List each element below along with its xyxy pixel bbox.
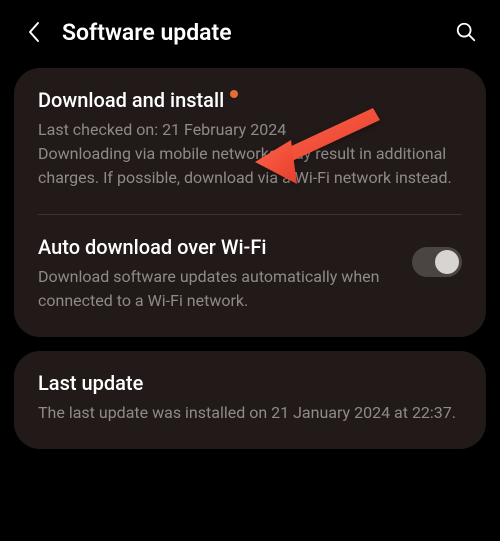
back-button[interactable] — [20, 18, 48, 46]
download-warning-text: Downloading via mobile networks may resu… — [38, 142, 462, 190]
page-title: Software update — [62, 19, 452, 46]
toggle-knob — [435, 250, 459, 274]
download-install-section[interactable]: Download and install Last checked on: 21… — [14, 68, 486, 214]
settings-card-last-update: Last update The last update was installe… — [14, 351, 486, 449]
settings-card-main: Download and install Last checked on: 21… — [14, 68, 486, 337]
download-install-title: Download and install — [38, 88, 224, 112]
last-checked-text: Last checked on: 21 February 2024 — [38, 118, 462, 142]
auto-download-title: Auto download over Wi-Fi — [38, 235, 266, 259]
search-button[interactable] — [452, 18, 480, 46]
auto-download-desc: Download software updates automatically … — [38, 265, 396, 313]
header-bar: Software update — [0, 0, 500, 68]
last-update-title: Last update — [38, 371, 143, 395]
auto-download-text: Auto download over Wi-Fi Download softwa… — [38, 235, 396, 313]
auto-download-toggle[interactable] — [412, 247, 462, 277]
auto-download-section[interactable]: Auto download over Wi-Fi Download softwa… — [14, 215, 486, 337]
chevron-left-icon — [27, 21, 41, 43]
search-icon — [455, 21, 477, 43]
last-update-section[interactable]: Last update The last update was installe… — [14, 351, 486, 449]
last-update-desc: The last update was installed on 21 Janu… — [38, 401, 462, 425]
notification-dot-icon — [230, 90, 238, 98]
